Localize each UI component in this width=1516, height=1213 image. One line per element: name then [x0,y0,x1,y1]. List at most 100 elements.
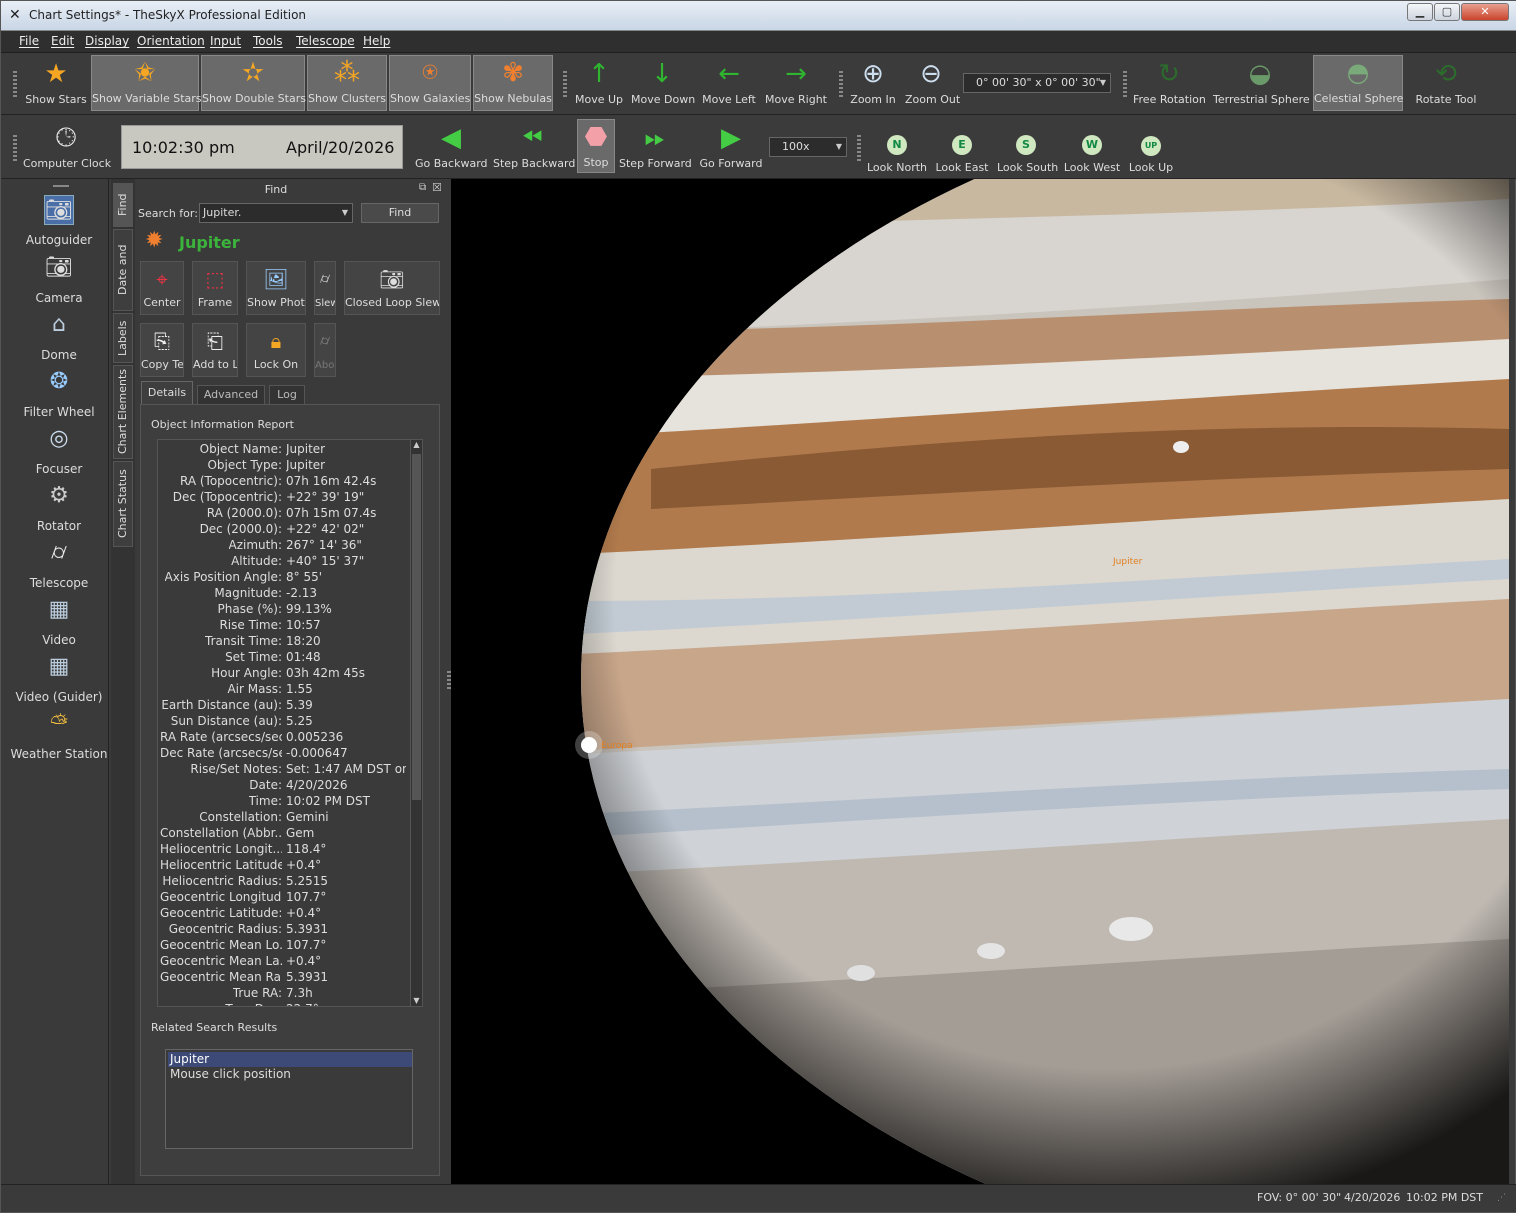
move-left-button[interactable]: ← Move Left [701,57,757,106]
show-nebulas-button[interactable]: ✾ Show Nebulas [473,55,553,111]
sidebar-item-dome[interactable]: ⌂ Dome [9,310,109,362]
time-rate-select[interactable]: 100x ▼ [769,137,847,157]
scroll-thumb[interactable] [412,454,421,800]
object-report[interactable]: Object Name: Jupiter Object Type: Jupiter RA… [157,439,423,1007]
move-down-button[interactable]: ↓ Move Down [631,57,695,106]
sidebar-item-autoguider[interactable]: 📷︎ Autoguider [9,195,109,247]
show-galaxies-button[interactable]: ⍟ Show Galaxies [389,55,471,111]
tab-chart-status[interactable]: Chart Status [113,461,133,547]
sidebar-item-camera[interactable]: 📷︎ Camera [9,253,109,305]
report-value: +40° 15' 37" [286,554,365,568]
report-key: Phase (%): [217,602,282,616]
list-item[interactable]: Mouse click position [168,1067,412,1082]
look-up-button[interactable]: UP Look Up [1127,125,1175,174]
step-forward-button[interactable]: ⏩︎ Step Forward [619,121,692,170]
sidebar-grip[interactable] [53,185,69,189]
terrestrial-sphere-button[interactable]: ◒ Terrestrial Sphere [1213,57,1310,106]
show-photo-button[interactable]: 🖼︎Show Photo+ [246,261,306,315]
computer-clock-button[interactable]: 🕒︎ Computer Clock [23,121,111,170]
minimize-button[interactable]: ▁ [1407,3,1433,21]
sidebar-item-video-guider[interactable]: ▦ Video (Guider) [9,652,109,704]
scroll-up-icon[interactable]: ▲ [411,440,422,452]
move-right-button[interactable]: → Move Right [765,57,827,106]
fov-select[interactable]: 0° 00' 30" x 0° 00' 30" ▼ [963,73,1111,93]
tab-advanced[interactable]: Advanced [197,385,265,405]
closed-loop-slew-button[interactable]: 📷︎ Closed Loop Slew [344,261,440,315]
show-variable-stars-button[interactable]: ✬ Show Variable Stars [91,55,202,111]
abort-button[interactable]: ⌭Abort [314,323,336,377]
report-scrollbar[interactable]: ▲ ▼ [410,440,422,1006]
step-backward-button[interactable]: ⏪︎ Step Backward [493,121,575,170]
terrestrial-sphere-icon: ◒ [1248,59,1272,89]
frame-button[interactable]: ⬚ Frame [192,261,238,315]
list-item[interactable]: Jupiter [168,1052,412,1067]
toolbar-grip[interactable] [13,135,17,161]
menu-help[interactable]: Help [363,34,390,48]
sidebar-item-weather-station[interactable]: ⛅︎ Weather Station [9,709,109,761]
menu-display[interactable]: Display [85,34,129,48]
report-value: 1.55 [286,682,313,696]
close-icon[interactable]: ☒ [432,181,442,194]
menu-telescope[interactable]: Telescope [296,34,355,48]
show-stars-button[interactable]: ★ Show Stars [23,57,89,111]
look-east-button[interactable]: E Look East [935,125,989,174]
sky-chart[interactable]: Jupiter Europa [451,179,1509,1184]
lock-on-button[interactable]: 🔒︎ Lock On [246,323,306,377]
sidebar-item-filter-wheel[interactable]: ❂ Filter Wheel [9,367,109,419]
close-button[interactable]: ✕ [1461,3,1509,21]
toolbar-grip[interactable] [857,135,861,161]
float-icon[interactable]: ⧉ [419,182,426,193]
toolbar-grip[interactable] [1123,71,1127,97]
menu-orientation[interactable]: Orientation [137,34,205,48]
center-button[interactable]: ⌖ Center [140,261,184,315]
tab-chart-elements[interactable]: Chart Elements [113,365,133,459]
celestial-sphere-button[interactable]: ◓ Celestial Sphere [1313,55,1403,111]
look-west-button[interactable]: W Look West [1063,125,1121,174]
stop-button[interactable]: ⬣ Stop [577,119,615,173]
report-key: Geocentric Mean Lo... [160,938,282,952]
go-forward-button[interactable]: ▶ Go Forward [699,121,763,170]
sidebar-item-telescope[interactable]: ⌭ Telescope [9,538,109,590]
resize-grip-icon[interactable]: ⋰ [1497,1193,1506,1203]
look-south-button[interactable]: S Look South [997,125,1058,174]
slew-button[interactable]: ⌭Slew [314,261,336,315]
zoom-in-button[interactable]: ⊕ Zoom In [849,57,897,106]
rotate-tool-button[interactable]: ⟲ Rotate Tool [1411,57,1481,106]
toolbar-grip[interactable] [563,71,567,97]
menu-file[interactable]: File [19,34,39,48]
copy-text-button[interactable]: ⎘Copy Text [140,323,184,377]
sidebar-item-video[interactable]: ▦ Video [9,595,109,647]
report-row: Geocentric Longitude: 107.7° [158,889,410,905]
europa-label[interactable]: Europa [601,741,633,751]
maximize-button[interactable]: ▢ [1434,3,1460,21]
tab-log[interactable]: Log [269,385,305,405]
tab-labels[interactable]: Labels [113,313,133,363]
show-clusters-button[interactable]: ⁂ Show Clusters [307,55,387,111]
look-north-button[interactable]: N Look North [867,125,927,174]
jupiter-label[interactable]: Jupiter [1113,557,1142,567]
report-value: 99.13% [286,602,332,616]
tab-date-and-time[interactable]: Date and Time [113,229,147,311]
menu-input[interactable]: Input [210,34,241,48]
toolbar-grip[interactable] [839,71,843,97]
menu-tools[interactable]: Tools [253,34,283,48]
show-double-stars-button[interactable]: ✫ Show Double Stars [201,55,306,111]
zoom-out-button[interactable]: ⊖ Zoom Out [905,57,960,106]
sidebar-item-rotator[interactable]: ⚙ Rotator [9,481,109,533]
tab-details[interactable]: Details [141,381,193,405]
sidebar-item-focuser[interactable]: ◎ Focuser [9,424,109,476]
find-button[interactable]: Find [361,203,439,223]
move-up-button[interactable]: ↑ Move Up [573,57,625,106]
free-rotation-button[interactable]: ↻ Free Rotation [1133,57,1206,106]
time-display[interactable]: 10:02:30 pm April/20/2026 [121,125,403,169]
report-key: Axis Position Angle: [164,570,282,584]
menu-edit[interactable]: Edit [51,34,74,48]
go-backward-button[interactable]: ◀ Go Backward [415,121,488,170]
add-to-list-button[interactable]: ⎗Add to List [192,323,238,377]
scroll-down-icon[interactable]: ▼ [411,996,422,1006]
tab-find[interactable]: Find [113,183,133,227]
toolbar-grip[interactable] [13,71,17,97]
search-input[interactable]: Jupiter. ▼ [199,203,353,223]
report-row: Date: 4/20/2026 [158,777,410,793]
report-row: Geocentric Mean Ra... 5.3931 [158,969,410,985]
